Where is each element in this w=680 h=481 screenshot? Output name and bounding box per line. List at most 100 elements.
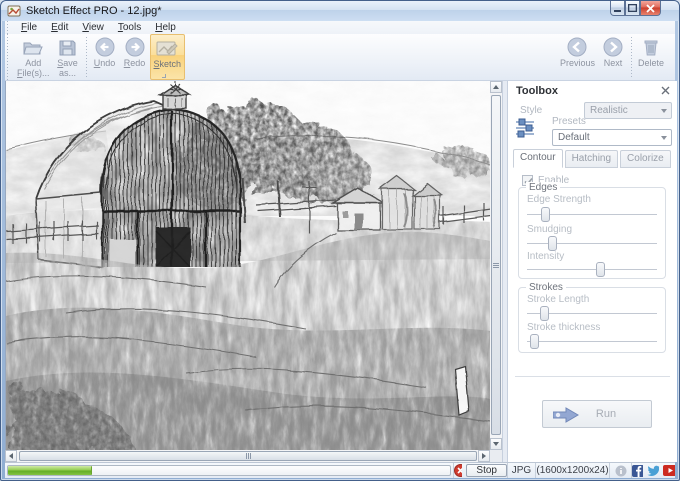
vertical-scroll-thumb[interactable] — [491, 95, 501, 435]
close-button[interactable] — [640, 1, 661, 16]
next-button[interactable]: Next — [598, 34, 628, 80]
format-cell: JPG — [507, 463, 535, 478]
save-as-button[interactable]: Save as... — [53, 34, 83, 80]
facebook-icon[interactable] — [632, 464, 643, 477]
toolbox-close-icon[interactable] — [661, 86, 670, 95]
twitter-icon[interactable] — [647, 465, 659, 477]
edge-strength-slider-thumb[interactable] — [541, 207, 551, 222]
stop-icon — [454, 464, 463, 477]
smudging-slider[interactable] — [527, 236, 657, 251]
scroll-up-button[interactable] — [490, 81, 502, 93]
sketch-image — [6, 81, 490, 450]
minimize-button[interactable] — [610, 1, 625, 16]
toolbar: Add File(s)... Save as... Undo Redo Sket… — [5, 34, 675, 81]
stroke-thickness-slider-thumb[interactable] — [529, 334, 539, 349]
toolbox-tabs: Contour Hatching Colorize — [513, 149, 673, 168]
scroll-left-button[interactable] — [5, 450, 17, 462]
window-controls — [610, 1, 661, 16]
edge-strength-label: Edge Strength — [527, 194, 591, 205]
tab-colorize[interactable]: Colorize — [620, 150, 671, 168]
previous-label: Previous — [559, 58, 595, 68]
add-files-label-1: Add — [25, 58, 42, 68]
youtube-icon[interactable] — [662, 465, 675, 476]
delete-button[interactable]: Delete — [635, 34, 667, 80]
scroll-right-button[interactable] — [478, 450, 490, 462]
stroke-thickness-slider[interactable] — [527, 334, 657, 349]
presets-icon — [514, 117, 536, 142]
info-icon[interactable] — [615, 465, 627, 477]
status-bar: Stop JPG (1600x1200x24) — [5, 462, 675, 478]
stop-button[interactable]: Stop — [466, 464, 507, 477]
stop-cell: Stop — [453, 463, 507, 478]
smudging-slider-thumb[interactable] — [547, 236, 557, 251]
delete-icon — [643, 37, 659, 57]
menu-edit[interactable]: Edit — [44, 22, 75, 33]
tab-contour[interactable]: Contour — [513, 149, 563, 168]
dimensions-value: (1600x1200x24) — [536, 465, 609, 476]
style-label: Style — [520, 105, 543, 116]
progress-bar — [7, 465, 451, 476]
format-value: JPG — [511, 465, 532, 476]
edge-strength-slider[interactable] — [527, 207, 657, 222]
menu-help[interactable]: Help — [148, 22, 183, 33]
edges-group-title: Edges — [526, 182, 561, 193]
style-select[interactable]: Realistic — [584, 102, 672, 119]
intensity-slider-thumb[interactable] — [595, 262, 605, 277]
undo-button[interactable]: Undo — [90, 34, 120, 80]
horizontal-scroll-thumb[interactable] — [19, 451, 477, 461]
presets-select[interactable]: Default — [552, 129, 672, 146]
menu-tools[interactable]: Tools — [111, 22, 148, 33]
run-arrow-icon — [553, 407, 579, 423]
menubar-grip[interactable] — [5, 21, 10, 34]
stroke-length-slider[interactable] — [527, 306, 657, 321]
add-files-button[interactable]: Add File(s)... — [14, 34, 53, 80]
presets-value: Default — [558, 132, 590, 143]
previous-button[interactable]: Previous — [557, 34, 598, 80]
delete-label: Delete — [637, 58, 664, 68]
next-label: Next — [603, 58, 623, 68]
sketch-button[interactable]: Sketch — [149, 34, 186, 80]
menu-bar: File Edit View Tools Help — [5, 21, 675, 34]
menu-file[interactable]: File — [14, 22, 44, 33]
sketch-icon — [156, 38, 178, 58]
undo-label: Undo — [93, 58, 116, 68]
app-window: Sketch Effect PRO - 12.jpg* File Edit Vi… — [0, 0, 680, 481]
strokes-group: Strokes Stroke Length Stroke thickness — [518, 282, 666, 353]
redo-icon — [125, 37, 145, 57]
panel-separator — [515, 376, 670, 377]
strokes-group-title: Strokes — [526, 282, 566, 293]
stroke-thickness-label: Stroke thickness — [527, 322, 601, 333]
app-icon — [7, 5, 21, 17]
redo-label: Redo — [123, 58, 146, 68]
image-canvas — [5, 81, 490, 450]
maximize-button[interactable] — [625, 1, 640, 16]
vertical-scrollbar[interactable] — [490, 81, 502, 450]
style-value: Realistic — [590, 105, 628, 116]
edges-group: Edges Edge Strength Smudging Intensity — [518, 182, 666, 279]
toolbar-grip[interactable] — [5, 34, 10, 80]
horizontal-scrollbar[interactable] — [5, 450, 490, 462]
run-label: Run — [595, 408, 617, 420]
intensity-slider[interactable] — [527, 262, 657, 277]
scrollbar-corner — [490, 450, 502, 462]
group-corner-marker — [162, 74, 166, 78]
intensity-label: Intensity — [527, 251, 565, 262]
toolbar-separator — [630, 37, 632, 77]
save-as-label-1: Save — [57, 58, 78, 68]
add-files-label-2: File(s)... — [17, 68, 50, 78]
next-icon — [603, 37, 623, 57]
menu-view[interactable]: View — [75, 22, 111, 33]
open-folder-icon — [22, 37, 44, 57]
save-as-label-2: as... — [58, 68, 76, 78]
chevron-down-icon — [661, 136, 667, 143]
info-cell — [609, 463, 631, 478]
social-cell — [631, 463, 675, 478]
run-button[interactable]: Run — [542, 400, 652, 428]
stroke-length-slider-thumb[interactable] — [539, 306, 549, 321]
tab-hatching[interactable]: Hatching — [564, 150, 619, 168]
undo-icon — [95, 37, 115, 57]
scroll-down-button[interactable] — [490, 438, 502, 450]
stroke-length-label: Stroke Length — [527, 294, 590, 305]
redo-button[interactable]: Redo — [120, 34, 150, 80]
toolbar-right-group: Previous Next Delete — [557, 34, 667, 80]
